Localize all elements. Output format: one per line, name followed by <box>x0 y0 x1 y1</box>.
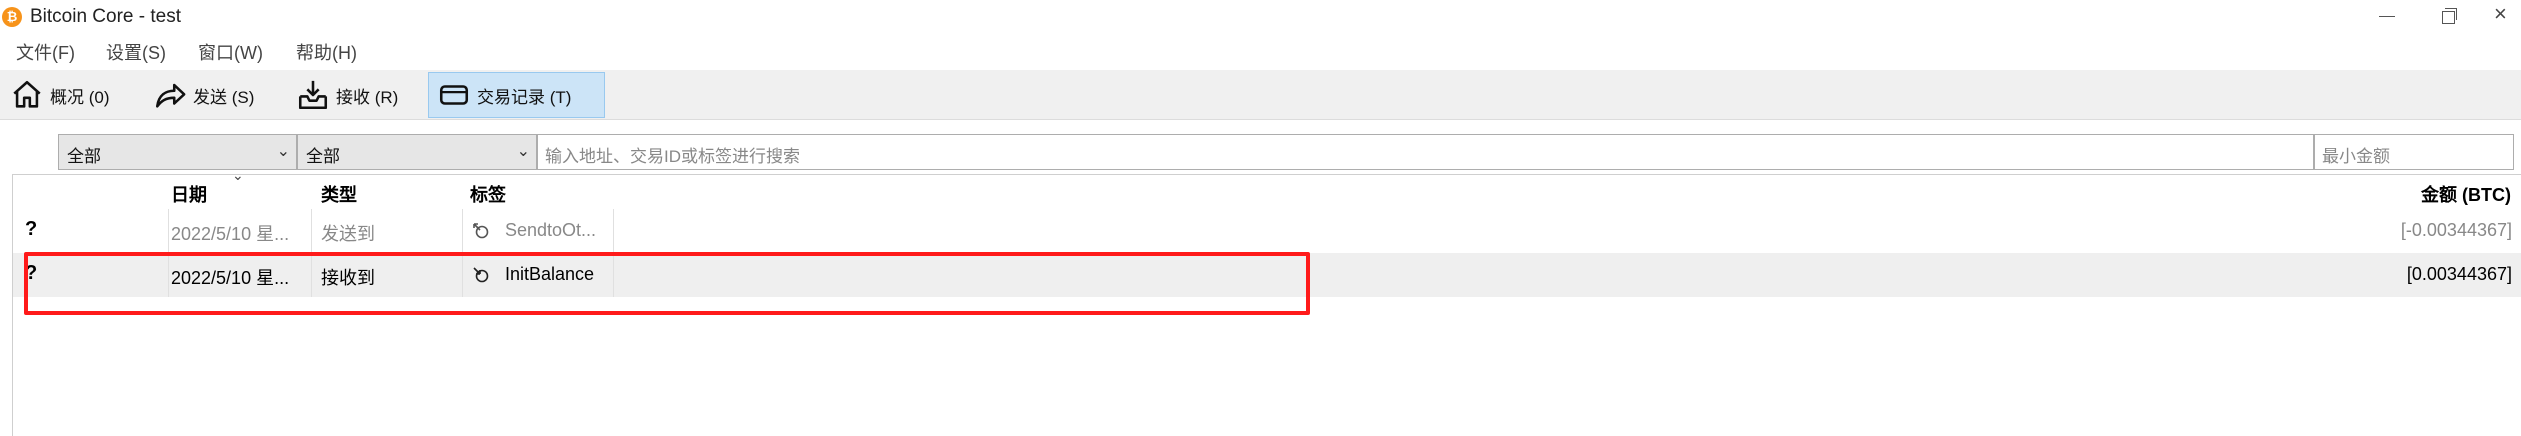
min-amount-input[interactable]: 最小金额 <box>2314 134 2514 170</box>
menu-help[interactable]: 帮助(H) <box>296 39 357 65</box>
date-filter-select[interactable]: 全部 ⌄ <box>58 134 297 170</box>
title-bar: ₿ Bitcoin Core - test × <box>0 0 2521 34</box>
tab-transactions[interactable]: 交易记录 (T) <box>428 72 605 118</box>
menu-bar: 文件(F) 设置(S) 窗口(W) 帮助(H) <box>0 37 2521 65</box>
row-label: SendtoOt... <box>505 220 597 240</box>
status-unconfirmed-icon: ? <box>25 218 38 240</box>
row-type: 发送到 <box>321 224 375 244</box>
row-amount: [-0.00344367] <box>2400 220 2512 240</box>
minimize-button[interactable] <box>2372 4 2402 28</box>
row-date: 2022/5/10 星... <box>171 224 290 244</box>
header-label[interactable]: 标签 <box>470 181 506 207</box>
menu-settings[interactable]: 设置(S) <box>106 39 166 65</box>
home-icon <box>13 80 41 108</box>
receive-inbox-icon <box>298 80 328 110</box>
tab-overview[interactable]: 概况 (0) <box>2 72 118 118</box>
sort-chevron-icon[interactable]: ⌄ <box>232 167 244 184</box>
bitcoin-logo-icon: ₿ <box>2 7 22 27</box>
send-tx-icon <box>473 223 489 239</box>
header-type[interactable]: 类型 <box>321 181 357 207</box>
send-arrow-icon <box>155 83 186 108</box>
search-input[interactable]: 输入地址、交易ID或标签进行搜索 <box>537 134 2314 170</box>
header-date[interactable]: 日期 <box>171 181 207 207</box>
highlight-box <box>24 252 1310 315</box>
main-toolbar: 概况 (0) 发送 (S) 接收 (R) 交易记录 (T) <box>0 70 2521 120</box>
chevron-down-icon: ⌄ <box>516 143 530 160</box>
header-amount[interactable]: 金额 (BTC) <box>2421 181 2511 207</box>
type-filter-value: 全部 <box>306 147 340 166</box>
tab-receive[interactable]: 接收 (R) <box>288 72 406 118</box>
tab-transactions-label: 交易记录 (T) <box>477 87 572 107</box>
chevron-down-icon: ⌄ <box>276 143 290 160</box>
table-row[interactable]: ? 2022/5/10 星... 发送到 SendtoOt... [-0.003… <box>13 209 2521 253</box>
row-amount: [0.00344367] <box>2406 264 2512 284</box>
type-filter-select[interactable]: 全部 ⌄ <box>297 134 537 170</box>
tab-receive-label: 接收 (R) <box>336 87 399 107</box>
date-filter-value: 全部 <box>67 147 101 166</box>
tab-send[interactable]: 发送 (S) <box>145 72 262 118</box>
menu-window[interactable]: 窗口(W) <box>198 39 263 65</box>
menu-file[interactable]: 文件(F) <box>16 39 75 65</box>
wallet-card-icon <box>439 85 469 105</box>
close-button[interactable]: × <box>2494 3 2521 28</box>
tab-send-label: 发送 (S) <box>193 87 255 107</box>
restore-button[interactable] <box>2434 4 2464 28</box>
filter-bar: 全部 ⌄ 全部 ⌄ 输入地址、交易ID或标签进行搜索 最小金额 <box>58 134 2521 170</box>
window-title: Bitcoin Core - test <box>30 6 181 27</box>
tab-overview-label: 概况 (0) <box>50 87 110 107</box>
